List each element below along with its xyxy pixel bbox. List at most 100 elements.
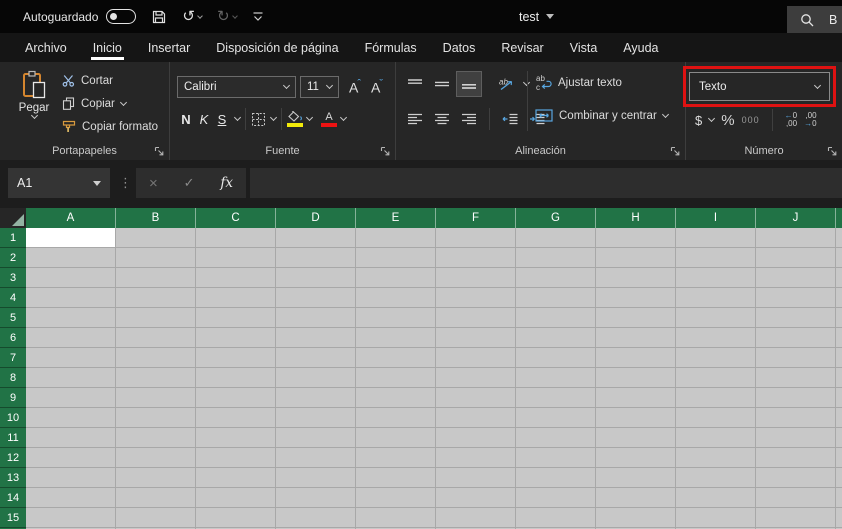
cell-x8[interactable] [836, 368, 842, 388]
cell-A4[interactable] [26, 288, 116, 308]
column-header-F[interactable]: F [436, 208, 516, 228]
cell-J5[interactable] [756, 308, 836, 328]
cell-A15[interactable] [26, 508, 116, 528]
cell-I9[interactable] [676, 388, 756, 408]
cell-E6[interactable] [356, 328, 436, 348]
cell-I3[interactable] [676, 268, 756, 288]
cell-G6[interactable] [516, 328, 596, 348]
cell-F2[interactable] [436, 248, 516, 268]
borders-button[interactable] [251, 112, 266, 127]
copy-button[interactable]: Copiar [62, 96, 158, 111]
cell-D12[interactable] [276, 448, 356, 468]
tab-archivo[interactable]: Archivo [12, 33, 80, 62]
cell-F6[interactable] [436, 328, 516, 348]
borders-dropdown-icon[interactable] [269, 113, 278, 122]
save-button[interactable] [151, 9, 167, 25]
tab-datos[interactable]: Datos [430, 33, 489, 62]
column-header-E[interactable]: E [356, 208, 436, 228]
cell-C7[interactable] [196, 348, 276, 368]
cell-x10[interactable] [836, 408, 842, 428]
cell-F5[interactable] [436, 308, 516, 328]
cell-G9[interactable] [516, 388, 596, 408]
cell-H10[interactable] [596, 408, 676, 428]
underline-button[interactable]: S [213, 112, 231, 127]
font-color-dropdown-icon[interactable] [339, 113, 348, 122]
cell-B14[interactable] [116, 488, 196, 508]
cell-D15[interactable] [276, 508, 356, 528]
alignment-dialog-launcher[interactable] [670, 146, 680, 156]
column-header-I[interactable]: I [676, 208, 756, 228]
cell-C6[interactable] [196, 328, 276, 348]
cell-B8[interactable] [116, 368, 196, 388]
bold-button[interactable]: N [177, 112, 195, 127]
cell-x14[interactable] [836, 488, 842, 508]
cell-I2[interactable] [676, 248, 756, 268]
cell-E5[interactable] [356, 308, 436, 328]
cell-A2[interactable] [26, 248, 116, 268]
cell-B2[interactable] [116, 248, 196, 268]
cell-F11[interactable] [436, 428, 516, 448]
cell-E13[interactable] [356, 468, 436, 488]
cell-H9[interactable] [596, 388, 676, 408]
cell-H12[interactable] [596, 448, 676, 468]
cell-H8[interactable] [596, 368, 676, 388]
cell-A9[interactable] [26, 388, 116, 408]
cell-A6[interactable] [26, 328, 116, 348]
align-left-button[interactable] [403, 107, 427, 131]
cell-C4[interactable] [196, 288, 276, 308]
cell-A11[interactable] [26, 428, 116, 448]
cell-C15[interactable] [196, 508, 276, 528]
column-header-H[interactable]: H [596, 208, 676, 228]
cell-C12[interactable] [196, 448, 276, 468]
cell-J12[interactable] [756, 448, 836, 468]
cell-x15[interactable] [836, 508, 842, 528]
cell-B5[interactable] [116, 308, 196, 328]
row-header-5[interactable]: 5 [0, 308, 26, 328]
cell-F3[interactable] [436, 268, 516, 288]
cell-E7[interactable] [356, 348, 436, 368]
cell-G2[interactable] [516, 248, 596, 268]
cell-F10[interactable] [436, 408, 516, 428]
number-format-dropdown-icon[interactable] [813, 81, 822, 89]
italic-button[interactable]: K [195, 112, 213, 127]
cell-D5[interactable] [276, 308, 356, 328]
cell-C5[interactable] [196, 308, 276, 328]
currency-button[interactable]: $ [695, 113, 702, 128]
cell-D3[interactable] [276, 268, 356, 288]
enter-button[interactable]: ✓ [184, 175, 195, 191]
cell-A7[interactable] [26, 348, 116, 368]
font-dialog-launcher[interactable] [380, 146, 390, 156]
font-color-button[interactable]: A [321, 111, 337, 127]
cell-x7[interactable] [836, 348, 842, 368]
cell-G14[interactable] [516, 488, 596, 508]
format-painter-button[interactable]: Copiar formato [62, 119, 158, 134]
cell-I15[interactable] [676, 508, 756, 528]
align-bottom-button[interactable] [456, 71, 482, 97]
row-header-2[interactable]: 2 [0, 248, 26, 268]
cell-F13[interactable] [436, 468, 516, 488]
increase-decimal-button[interactable]: ←0 ,00 [785, 111, 797, 129]
cell-J10[interactable] [756, 408, 836, 428]
cell-E3[interactable] [356, 268, 436, 288]
decrease-decimal-button[interactable]: ,00 →0 [804, 111, 816, 129]
cell-C9[interactable] [196, 388, 276, 408]
row-header-8[interactable]: 8 [0, 368, 26, 388]
cell-G11[interactable] [516, 428, 596, 448]
cell-B13[interactable] [116, 468, 196, 488]
row-header-9[interactable]: 9 [0, 388, 26, 408]
grow-font-button[interactable]: Aˆ [349, 78, 361, 96]
column-header-D[interactable]: D [276, 208, 356, 228]
name-box-dropdown-icon[interactable] [93, 180, 101, 186]
cell-B9[interactable] [116, 388, 196, 408]
cell-x3[interactable] [836, 268, 842, 288]
cell-I10[interactable] [676, 408, 756, 428]
cell-I12[interactable] [676, 448, 756, 468]
cell-E8[interactable] [356, 368, 436, 388]
column-header-A[interactable]: A [26, 208, 116, 228]
wrap-text-button[interactable]: ab c Ajustar texto [535, 74, 622, 91]
cell-E4[interactable] [356, 288, 436, 308]
cell-G1[interactable] [516, 228, 596, 248]
column-header-C[interactable]: C [196, 208, 276, 228]
tab-disposici-n-de-p-gina[interactable]: Disposición de página [203, 33, 351, 62]
cell-J15[interactable] [756, 508, 836, 528]
